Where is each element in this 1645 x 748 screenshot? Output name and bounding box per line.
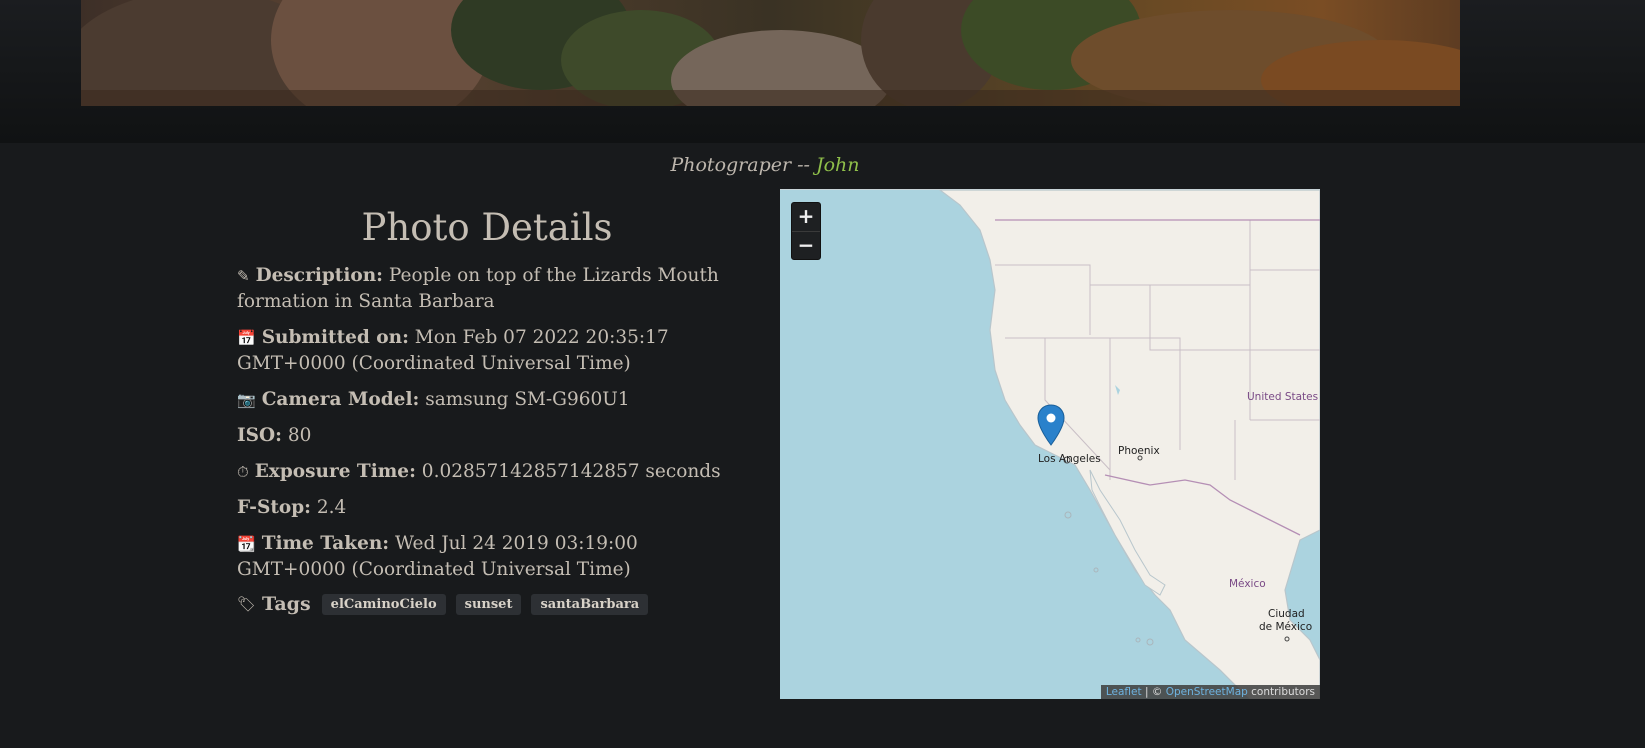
submitted-row: 📅 Submitted on: Mon Feb 07 2022 20:35:17 … — [237, 325, 737, 377]
location-map[interactable]: United States Los Angeles Phoenix México… — [780, 189, 1320, 699]
attribution-separator: | © — [1141, 686, 1166, 698]
exposure-label: Exposure Time: — [254, 461, 416, 482]
taken-label: Time Taken: — [261, 533, 390, 554]
map-attribution: Leaflet | © OpenStreetMap contributors — [1100, 685, 1320, 699]
leaflet-link[interactable]: Leaflet — [1106, 686, 1142, 698]
map-label-los-angeles: Los Angeles — [1038, 453, 1101, 465]
exposure-row: ⏱ Exposure Time: 0.02857142857142857 seco… — [237, 459, 737, 485]
map-label-united-states: United States — [1247, 391, 1319, 403]
camera-label: Camera Model: — [261, 389, 420, 410]
iso-label: ISO: — [237, 425, 282, 446]
details-title: Photo Details — [361, 206, 613, 249]
map-label-phoenix: Phoenix — [1118, 445, 1160, 457]
tag-chip[interactable]: sunset — [455, 593, 522, 615]
map-label-mexico: México — [1229, 578, 1266, 590]
zoom-out-button[interactable]: − — [792, 231, 820, 259]
photographer-prefix: Photograper -- — [670, 154, 816, 176]
camera-value: samsung SM-G960U1 — [425, 389, 630, 410]
iso-value: 80 — [287, 425, 312, 446]
tag-icon: 🏷 — [237, 595, 257, 613]
hero-photo — [81, 0, 1460, 106]
description-row: ✎ Description: People on top of the Lizar… — [237, 263, 737, 315]
submitted-label: Submitted on: — [261, 327, 409, 348]
map-label-ciudad: Ciudad — [1268, 608, 1305, 620]
hero-band — [0, 0, 1645, 143]
photographer-name-link[interactable]: John — [816, 154, 860, 176]
exposure-value: 0.02857142857142857 seconds — [421, 461, 721, 482]
tag-chip[interactable]: santaBarbara — [531, 593, 649, 615]
photographer-credit: Photograper -- John — [0, 154, 1530, 176]
camera-row: 📷 Camera Model: samsung SM-G960U1 — [237, 387, 737, 413]
calendar-icon: 📅 — [237, 329, 256, 347]
camera-icon: 📷 — [237, 391, 256, 409]
iso-row: ISO: 80 — [237, 423, 737, 449]
tags-label: Tags — [262, 593, 311, 615]
location-marker-icon[interactable] — [1037, 404, 1065, 446]
description-label: Description: — [255, 265, 383, 286]
tags-row: 🏷 Tags elCaminoCielo sunset santaBarbara — [237, 593, 737, 615]
zoom-in-button[interactable]: + — [792, 203, 820, 231]
pencil-icon: ✎ — [237, 267, 250, 285]
fstop-value: 2.4 — [316, 497, 347, 518]
calendar-icon: 📆 — [237, 535, 256, 553]
map-label-de-mexico: de México — [1259, 621, 1313, 633]
openstreetmap-link[interactable]: OpenStreetMap — [1166, 686, 1248, 698]
fstop-label: F-Stop: — [237, 497, 311, 518]
taken-row: 📆 Time Taken: Wed Jul 24 2019 03:19:00 GM… — [237, 531, 737, 583]
attribution-suffix: contributors — [1247, 686, 1315, 698]
photo-details: Photo Details ✎ Description: People on to… — [237, 205, 737, 615]
zoom-control: + − — [791, 202, 821, 260]
tag-chip[interactable]: elCaminoCielo — [321, 593, 446, 615]
fstop-row: F-Stop: 2.4 — [237, 495, 737, 521]
stopwatch-icon: ⏱ — [237, 463, 249, 481]
